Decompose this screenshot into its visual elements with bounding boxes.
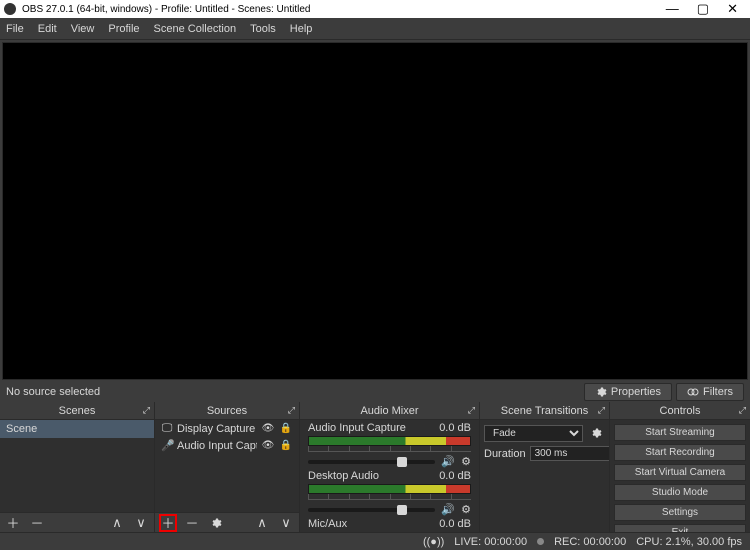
source-settings-button[interactable] — [207, 514, 225, 532]
sources-title: Sources — [207, 405, 247, 417]
source-toolbar: No source selected Properties Filters — [0, 382, 750, 402]
scene-up-button[interactable]: ∧ — [108, 514, 126, 532]
popout-icon[interactable]: ⤢ — [468, 405, 475, 416]
visibility-icon[interactable]: 👁 — [261, 440, 275, 451]
gear-icon — [210, 517, 222, 529]
popout-icon[interactable]: ⤢ — [739, 405, 746, 416]
visibility-icon[interactable]: 👁 — [261, 423, 275, 434]
properties-button[interactable]: Properties — [584, 383, 672, 401]
broadcast-icon: ((●)) — [423, 536, 444, 548]
menu-tools[interactable]: Tools — [250, 23, 276, 35]
control-button[interactable]: Settings — [614, 504, 746, 521]
scene-item[interactable]: Scene — [0, 420, 154, 438]
speaker-icon[interactable]: 🔊 — [441, 503, 455, 516]
maximize-button[interactable]: ▢ — [697, 1, 709, 17]
channel-level: 0.0 dB — [439, 470, 471, 482]
channel-name: Audio Input Capture — [308, 422, 406, 434]
mixer-channel: Mic/Aux 0.0 dB — [300, 516, 479, 530]
popout-icon[interactable]: ⤢ — [598, 405, 605, 416]
control-button[interactable]: Start Recording — [614, 444, 746, 461]
lock-icon[interactable]: 🔒 — [279, 423, 293, 434]
statusbar: ((●)) LIVE: 00:00:00 REC: 00:00:00 CPU: … — [0, 532, 750, 550]
rec-indicator-icon — [537, 538, 544, 545]
no-source-label: No source selected — [6, 386, 100, 398]
transition-settings-button[interactable] — [587, 424, 605, 442]
menu-profile[interactable]: Profile — [108, 23, 139, 35]
controls-title: Controls — [660, 405, 701, 417]
remove-scene-button[interactable]: － — [28, 514, 46, 532]
popout-icon[interactable]: ⤢ — [288, 405, 295, 416]
duration-label: Duration — [484, 448, 526, 460]
control-button[interactable]: Start Virtual Camera — [614, 464, 746, 481]
sources-list[interactable]: 🖵 Display Capture 👁 🔒 🎤 Audio Input Capt… — [155, 420, 299, 512]
channel-settings-icon[interactable]: ⚙ — [461, 503, 471, 516]
menu-scene-collection[interactable]: Scene Collection — [154, 23, 237, 35]
scene-down-button[interactable]: ∨ — [132, 514, 150, 532]
menu-file[interactable]: File — [6, 23, 24, 35]
add-scene-button[interactable]: ＋ — [4, 514, 22, 532]
filters-icon — [687, 386, 699, 398]
channel-name: Mic/Aux — [308, 518, 347, 530]
transition-select[interactable]: Fade — [484, 425, 583, 442]
minimize-button[interactable]: — — [666, 1, 679, 17]
duration-input[interactable] — [530, 446, 609, 461]
channel-level: 0.0 dB — [439, 518, 471, 530]
display-icon: 🖵 — [161, 422, 173, 435]
window-title: OBS 27.0.1 (64-bit, windows) - Profile: … — [22, 4, 666, 15]
scenes-list[interactable]: Scene — [0, 420, 154, 512]
remove-source-button[interactable]: － — [183, 514, 201, 532]
channel-name: Desktop Audio — [308, 470, 379, 482]
mixer-body: Audio Input Capture 0.0 dB 🔊 ⚙ Desktop Aud… — [300, 420, 479, 532]
audio-meter — [308, 484, 471, 494]
audio-meter — [308, 436, 471, 446]
app-icon — [4, 3, 16, 15]
gear-icon — [590, 427, 602, 439]
live-status: LIVE: 00:00:00 — [454, 536, 527, 548]
source-item[interactable]: 🖵 Display Capture 👁 🔒 — [155, 420, 299, 437]
control-button[interactable]: Studio Mode — [614, 484, 746, 501]
control-button[interactable]: Start Streaming — [614, 424, 746, 441]
source-up-button[interactable]: ∧ — [253, 514, 271, 532]
mixer-channel: Desktop Audio 0.0 dB 🔊 ⚙ — [300, 468, 479, 516]
speaker-icon[interactable]: 🔊 — [441, 455, 455, 468]
channel-settings-icon[interactable]: ⚙ — [461, 455, 471, 468]
cpu-status: CPU: 2.1%, 30.00 fps — [636, 536, 742, 548]
preview-area[interactable] — [2, 42, 748, 380]
transitions-title: Scene Transitions — [501, 405, 588, 417]
mic-icon: 🎤 — [161, 439, 173, 452]
scenes-title: Scenes — [59, 405, 96, 417]
mixer-title: Audio Mixer — [360, 405, 418, 417]
lock-icon[interactable]: 🔒 — [279, 440, 293, 451]
filters-button[interactable]: Filters — [676, 383, 744, 401]
rec-status: REC: 00:00:00 — [554, 536, 626, 548]
source-down-button[interactable]: ∨ — [277, 514, 295, 532]
menu-help[interactable]: Help — [290, 23, 313, 35]
volume-slider[interactable] — [308, 508, 435, 512]
add-source-button[interactable]: ＋ — [159, 514, 177, 532]
mixer-channel: Audio Input Capture 0.0 dB 🔊 ⚙ — [300, 420, 479, 468]
channel-level: 0.0 dB — [439, 422, 471, 434]
menu-view[interactable]: View — [71, 23, 95, 35]
popout-icon[interactable]: ⤢ — [143, 405, 150, 416]
close-button[interactable]: ✕ — [727, 1, 738, 17]
source-item[interactable]: 🎤 Audio Input Captu 👁 🔒 — [155, 437, 299, 454]
menu-edit[interactable]: Edit — [38, 23, 57, 35]
menubar: File Edit View Profile Scene Collection … — [0, 18, 750, 40]
volume-slider[interactable] — [308, 460, 435, 464]
control-button[interactable]: Exit — [614, 524, 746, 532]
titlebar: OBS 27.0.1 (64-bit, windows) - Profile: … — [0, 0, 750, 18]
gear-icon — [595, 386, 607, 398]
